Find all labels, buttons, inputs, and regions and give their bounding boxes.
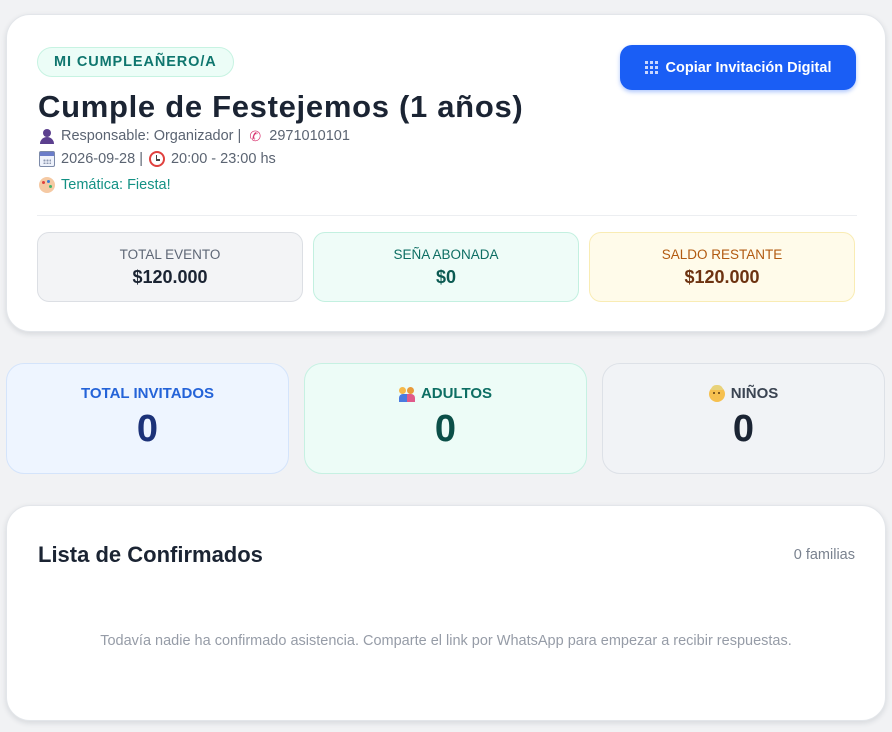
adults-value: 0 bbox=[434, 408, 457, 450]
kids-value: 0 bbox=[732, 408, 755, 450]
total-event-label: TOTAL EVENTO bbox=[119, 247, 221, 262]
deposit-value: $0 bbox=[435, 267, 457, 287]
event-time: 20:00 - 23:00 hs bbox=[170, 151, 276, 167]
building-icon bbox=[644, 61, 659, 74]
deposit-label: SEÑA ABONADA bbox=[393, 247, 499, 262]
confirmed-list-title: Lista de Confirmados bbox=[38, 542, 263, 567]
empty-state-message: Todavía nadie ha confirmado asistencia. … bbox=[100, 633, 792, 649]
adults-label: ADULTOS bbox=[398, 385, 493, 402]
alarm-clock-icon bbox=[148, 151, 165, 167]
total-guests-value: 0 bbox=[136, 408, 159, 450]
copy-invitation-label: Copiar Invitación Digital bbox=[665, 59, 832, 76]
confirmed-list-card: Lista de Confirmados 0 familias Todavía … bbox=[6, 505, 886, 721]
kids-label: NIÑOS bbox=[708, 384, 779, 402]
families-count: 0 familias bbox=[793, 547, 855, 563]
copy-invitation-button[interactable]: Copiar Invitación Digital bbox=[620, 45, 856, 90]
event-date: 2026-09-28 | bbox=[61, 151, 143, 167]
child-icon bbox=[708, 384, 725, 402]
deposit-box: SEÑA ABONADA $0 bbox=[313, 232, 579, 302]
theme-line: Temática: Fiesta! bbox=[39, 177, 171, 193]
total-guests-card: TOTAL INVITADOS 0 bbox=[6, 363, 289, 474]
kids-card: NIÑOS 0 bbox=[602, 363, 885, 474]
phone-icon: ✆ bbox=[249, 128, 262, 144]
total-event-box: TOTAL EVENTO $120.000 bbox=[37, 232, 303, 302]
event-header-card: MI CUMPLEAÑERO/A Copiar Invitación Digit… bbox=[6, 14, 886, 332]
kids-label-text: NIÑOS bbox=[730, 385, 779, 402]
total-guests-label: TOTAL INVITADOS bbox=[81, 385, 214, 402]
adults-card: ADULTOS 0 bbox=[304, 363, 587, 474]
date-time-line: 2026-09-28 | 20:00 - 23:00 hs bbox=[39, 151, 276, 167]
balance-label: SALDO RESTANTE bbox=[661, 247, 783, 262]
total-guests-label-text: TOTAL INVITADOS bbox=[80, 385, 215, 402]
couple-icon bbox=[398, 386, 415, 402]
theme-text: Temática: Fiesta! bbox=[61, 177, 171, 193]
divider bbox=[37, 215, 857, 216]
birthday-badge: MI CUMPLEAÑERO/A bbox=[37, 47, 234, 77]
responsable-line: Responsable: Organizador | ✆ 2971010101 bbox=[39, 128, 350, 144]
total-event-value: $120.000 bbox=[132, 267, 208, 287]
balance-box: SALDO RESTANTE $120.000 bbox=[589, 232, 855, 302]
palette-icon bbox=[39, 177, 55, 193]
responsable-text: Responsable: Organizador | bbox=[61, 128, 242, 144]
balance-value: $120.000 bbox=[684, 267, 760, 287]
phone-number: 2971010101 bbox=[269, 128, 350, 144]
event-title: Cumple de Festejemos (1 años) bbox=[38, 89, 524, 124]
person-icon bbox=[39, 128, 55, 144]
adults-label-text: ADULTOS bbox=[420, 385, 493, 402]
calendar-icon bbox=[39, 151, 55, 167]
